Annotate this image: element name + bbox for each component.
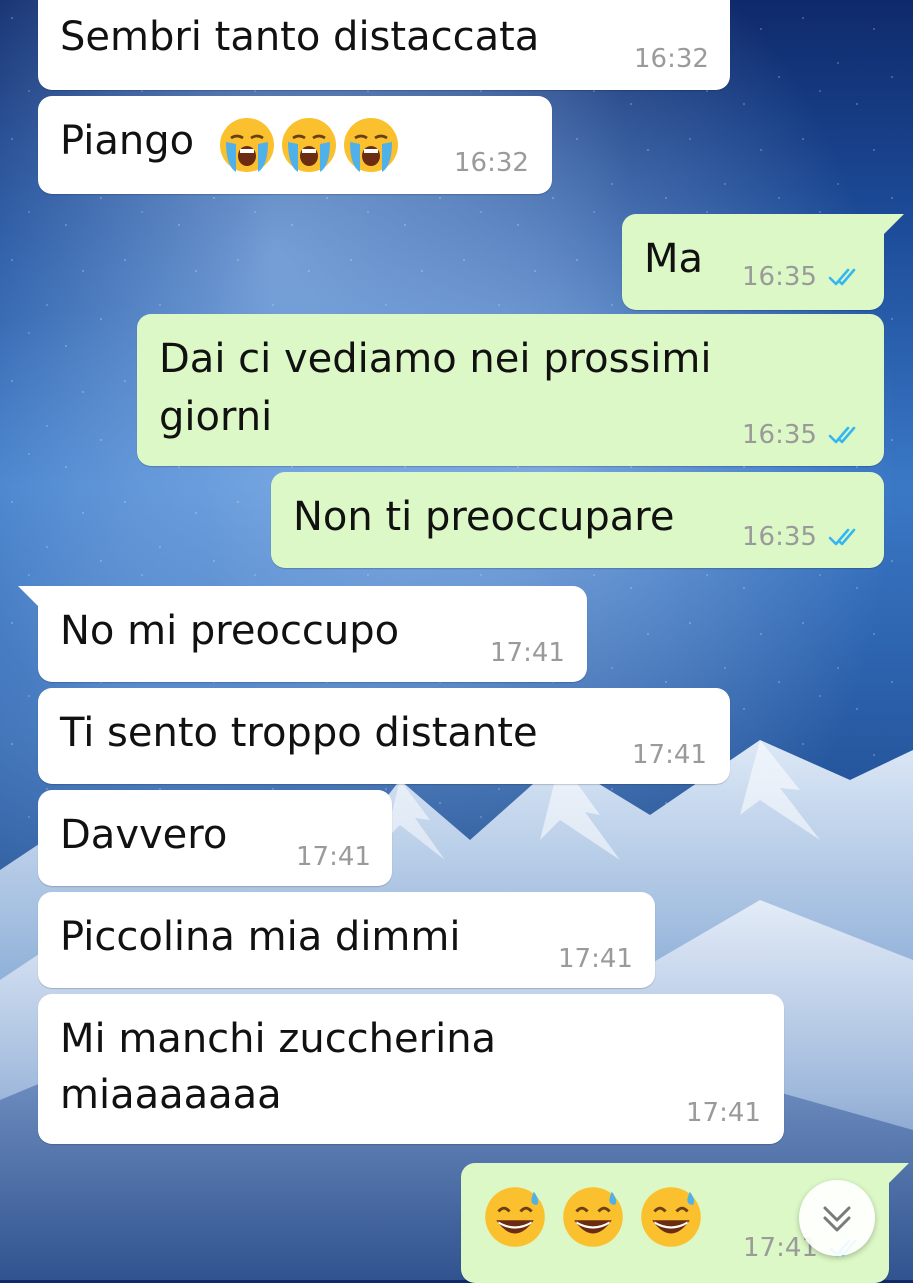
message-text: Piango xyxy=(60,118,195,164)
message-time: 17:41 xyxy=(490,638,565,668)
message-bubble-outgoing[interactable]: Ma 16:35 xyxy=(622,214,904,310)
message-time: 16:32 xyxy=(634,44,709,74)
chevron-double-down-icon xyxy=(823,1206,851,1232)
message-time: 16:32 xyxy=(454,148,529,178)
grinning-face-with-sweat-icon xyxy=(641,1187,701,1247)
message-bubble-incoming[interactable]: Piccolina mia dimmi 17:41 xyxy=(38,892,655,988)
message-text: Ma xyxy=(644,236,704,282)
message-text-line: miaaaaaaa xyxy=(60,1072,282,1118)
message-text: No mi preoccupo xyxy=(60,608,400,654)
message-time: 16:35 xyxy=(742,420,817,450)
message-time: 17:41 xyxy=(686,1098,761,1128)
message-bubble-incoming[interactable]: Davvero 17:41 xyxy=(38,790,392,886)
scroll-to-bottom-button[interactable] xyxy=(799,1180,875,1256)
bubble-tail xyxy=(18,586,40,608)
chat-message-list[interactable]: Sembri tanto distaccata 16:32 Piango 16:… xyxy=(0,0,913,1283)
message-bubble-outgoing[interactable]: Dai ci vediamo nei prossimi giorni 16:35 xyxy=(137,314,884,466)
message-bubble-incoming[interactable]: No mi preoccupo 17:41 xyxy=(18,586,587,682)
bubble-tail xyxy=(882,214,904,236)
message-time: 16:35 xyxy=(742,522,817,552)
message-text: Sembri tanto distaccata xyxy=(60,14,540,60)
message-text-line: Dai ci vediamo nei prossimi xyxy=(159,336,712,382)
message-bubble-incoming[interactable]: Sembri tanto distaccata 16:32 xyxy=(38,0,730,90)
message-text-line: Mi manchi zuccherina xyxy=(60,1016,497,1062)
loudly-crying-face-icon xyxy=(220,118,274,172)
message-time: 17:41 xyxy=(632,740,707,770)
double-check-icon xyxy=(828,268,856,286)
message-text: Davvero xyxy=(60,812,228,858)
message-bubble-incoming[interactable]: Mi manchi zuccherina miaaaaaaa 17:41 xyxy=(38,994,784,1144)
message-text: Ti sento troppo distante xyxy=(60,710,538,756)
message-text: Non ti preoccupare xyxy=(293,494,675,540)
message-time: 17:41 xyxy=(296,842,371,872)
grinning-face-with-sweat-icon xyxy=(563,1187,623,1247)
message-bubble-incoming[interactable]: Piango 16:32 xyxy=(38,96,552,194)
double-check-icon xyxy=(828,426,856,444)
double-check-icon xyxy=(828,528,856,546)
loudly-crying-face-icon xyxy=(344,118,398,172)
bubble-tail xyxy=(887,1163,909,1185)
message-time: 17:41 xyxy=(558,944,633,974)
message-time: 16:35 xyxy=(742,262,817,292)
message-bubble-incoming[interactable]: Ti sento troppo distante 17:41 xyxy=(38,688,730,784)
loudly-crying-face-icon xyxy=(282,118,336,172)
message-bubble-outgoing[interactable]: Non ti preoccupare 16:35 xyxy=(271,472,884,568)
message-text: Piccolina mia dimmi xyxy=(60,914,461,960)
grinning-face-with-sweat-icon xyxy=(485,1187,545,1247)
message-text-line: giorni xyxy=(159,394,273,440)
